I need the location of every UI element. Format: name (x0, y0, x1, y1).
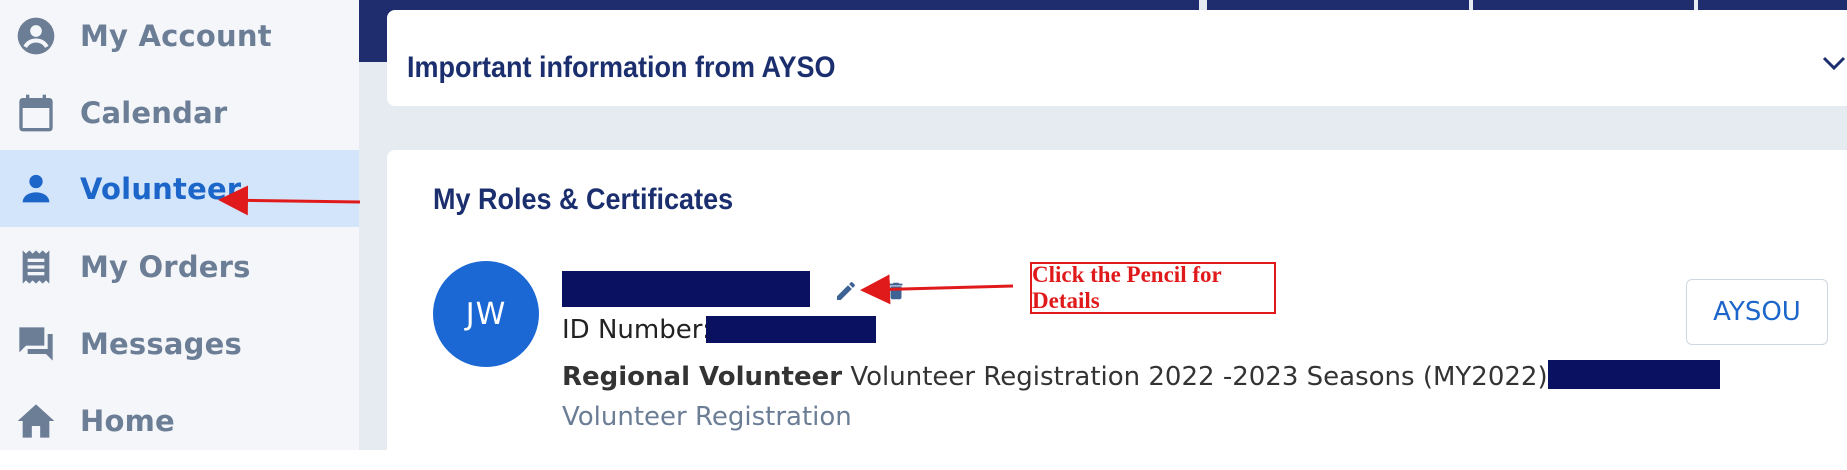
chevron-down-icon[interactable] (1821, 54, 1847, 72)
annotation-callout: Click the Pencil for Details (1030, 262, 1276, 314)
chat-icon (19, 326, 53, 361)
sidebar-item-messages[interactable]: Messages (0, 305, 359, 382)
receipt-icon (22, 249, 50, 284)
avatar-initials: JW (465, 296, 507, 332)
trash-icon[interactable] (885, 279, 907, 303)
sidebar-item-label: Calendar (80, 95, 228, 130)
id-number-row: ID Number: (562, 315, 711, 345)
account-circle-icon (17, 17, 55, 54)
home-icon (17, 403, 55, 438)
sidebar-item-label: Messages (80, 326, 242, 361)
redacted-id-number (706, 316, 876, 343)
person-icon (22, 174, 50, 202)
tab-separator (1694, 0, 1698, 10)
id-number-label: ID Number: (562, 315, 711, 345)
sidebar-item-volunteer[interactable]: Volunteer (0, 150, 359, 227)
sidebar-item-label: My Account (80, 18, 272, 53)
role-registration-text: Volunteer Registration 2022 -2023 Season… (850, 362, 1548, 392)
calendar-icon (19, 94, 53, 131)
tab-separator (1469, 0, 1473, 10)
info-accordion-title: Important information from AYSO (407, 51, 836, 84)
redacted-block (1547, 360, 1720, 389)
sidebar: My Account Calendar Volunteer My Orders … (0, 0, 359, 450)
redacted-name-link[interactable] (562, 271, 810, 307)
role-title: Regional Volunteer (562, 362, 843, 392)
sidebar-item-my-orders[interactable]: My Orders (0, 228, 359, 305)
role-description: Regional Volunteer Volunteer Registratio… (562, 357, 1802, 437)
section-title: My Roles & Certificates (433, 183, 734, 216)
info-accordion[interactable]: Important information from AYSO (387, 10, 1847, 106)
aysou-button[interactable]: AYSOU (1686, 279, 1828, 345)
sidebar-item-home[interactable]: Home (0, 382, 359, 459)
annotation-callout-text: Click the Pencil for Details (1032, 262, 1222, 313)
pencil-edit-icon[interactable] (834, 279, 858, 303)
sidebar-item-label: My Orders (80, 249, 251, 284)
sidebar-item-my-account[interactable]: My Account (0, 0, 359, 74)
tab-separator (1199, 0, 1207, 10)
sidebar-item-label: Volunteer (80, 171, 242, 206)
aysou-button-label: AYSOU (1713, 297, 1801, 327)
sidebar-item-label: Home (80, 403, 175, 438)
sidebar-item-calendar[interactable]: Calendar (0, 74, 359, 151)
volunteer-registration-link[interactable]: Volunteer Registration (562, 402, 852, 432)
avatar: JW (433, 261, 539, 367)
